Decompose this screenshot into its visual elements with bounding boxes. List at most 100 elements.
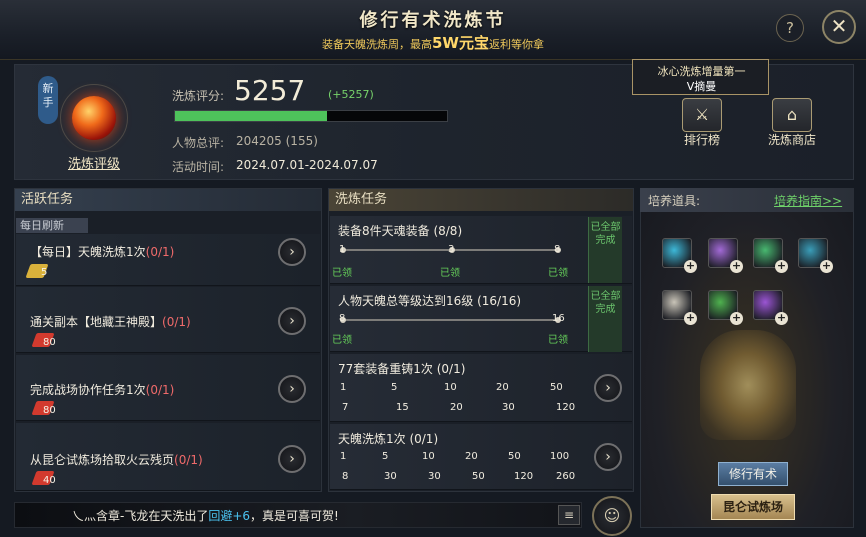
go-button[interactable]: › <box>594 443 622 471</box>
broadcast-highlight: 回避+6 <box>208 509 251 523</box>
score-delta: (+5257) <box>328 88 374 101</box>
cultivation-label: 培养道具: <box>648 194 701 208</box>
subtitle-highlight: 5W元宝 <box>432 34 489 52</box>
task-reward-value: 80 <box>43 337 56 348</box>
score-progress-bar <box>174 110 448 122</box>
all-done-tag: 已全部完成 <box>588 217 622 283</box>
active-tasks-header: 活跃任务 <box>15 189 321 211</box>
add-plus-icon[interactable]: + <box>684 312 697 325</box>
task-reward-value: 40 <box>43 475 56 486</box>
trial-ground-button[interactable]: 昆仑试炼场 <box>711 494 795 520</box>
broadcast-text-pre: 乀灬含章-飞龙在天洗出了 <box>72 509 209 523</box>
practice-button[interactable]: 修行有术 <box>718 462 788 486</box>
milestone-label: 5 <box>391 382 398 393</box>
go-button[interactable]: › <box>594 374 622 402</box>
milestone-label: 50 <box>550 382 563 393</box>
task-title: 完成战场协作任务1次 <box>30 383 146 397</box>
go-button[interactable]: › <box>278 375 306 403</box>
all-done-tag: 已全部完成 <box>588 286 622 352</box>
milestone-reward: 7 <box>342 402 349 413</box>
active-task-name: 完成战场协作任务1次(0/1) <box>30 381 174 398</box>
go-button[interactable]: › <box>278 445 306 473</box>
go-button[interactable]: › <box>278 307 306 335</box>
broadcast-text-post: ，真是可喜可贺! <box>250 509 339 523</box>
add-plus-icon[interactable]: + <box>684 260 697 273</box>
active-task-name: 【每日】天魄洗炼1次(0/1) <box>30 243 174 260</box>
milestone-label: 5 <box>382 451 389 462</box>
claimed-label: 已领 <box>548 268 568 279</box>
leaderboard-top-box[interactable]: 冰心洗炼增量第一 V摘曼 <box>632 59 769 95</box>
milestone-label: 10 <box>422 451 435 462</box>
claimed-label: 已领 <box>440 268 460 279</box>
milestone-label: 1 <box>340 451 347 462</box>
wash-task-row: 人物天魄总等级达到16级 (16/16) 8 16 已领 已领 已全部完成 <box>330 286 632 352</box>
milestone-label: 1 <box>340 382 347 393</box>
wash-task-name: 人物天魄总等级达到16级 (16/16) <box>338 294 522 308</box>
task-reward-value: 80 <box>43 405 56 416</box>
active-task-name: 通关副本【地藏王神殿】(0/1) <box>30 313 191 330</box>
milestone-reward: 30 <box>384 471 397 482</box>
close-button[interactable]: ✕ <box>822 10 856 44</box>
active-task-name: 从昆仑试炼场拾取火云残页(0/1) <box>30 451 203 468</box>
milestone-label: 100 <box>550 451 570 462</box>
add-plus-icon[interactable]: + <box>775 312 788 325</box>
add-plus-icon[interactable]: + <box>730 312 743 325</box>
shop-button-label[interactable]: 洗炼商店 <box>757 131 827 148</box>
active-task-row: 完成战场协作任务1次(0/1) 80 › <box>16 355 320 421</box>
milestone-reward: 15 <box>396 402 409 413</box>
page-title: 修行有术洗炼节 <box>359 10 507 31</box>
milestone-reward: 20 <box>450 402 463 413</box>
claimed-label: 已领 <box>332 268 352 279</box>
milestone-reward: 260 <box>556 471 576 482</box>
person-rating-label: 人物总评: <box>172 136 225 150</box>
milestone-label: 3 <box>448 244 455 255</box>
task-title: 【每日】天魄洗炼1次 <box>30 245 146 259</box>
shop-icon[interactable]: ⌂ <box>772 98 812 132</box>
add-plus-icon[interactable]: + <box>820 260 833 273</box>
milestone-track <box>342 319 558 321</box>
task-progress: (0/1) <box>145 245 175 259</box>
add-plus-icon[interactable]: + <box>730 260 743 273</box>
active-task-row: 从昆仑试炼场拾取火云残页(0/1) 40 › <box>16 423 320 491</box>
milestone-label: 20 <box>465 451 478 462</box>
task-reward-value: 5 <box>41 267 48 278</box>
milestone-reward: 30 <box>428 471 441 482</box>
newbie-badge: 新手 <box>38 76 58 124</box>
lantern-icon <box>700 330 796 440</box>
subtitle-text: 装备天魄洗炼周，最高 <box>322 38 432 51</box>
milestone-reward: 120 <box>556 402 576 413</box>
go-button[interactable]: › <box>278 238 306 266</box>
subtitle-text-tail: 返利等你拿 <box>488 38 544 51</box>
wash-task-row: 装备8件天魂装备 (8/8) 1 3 8 已领 已领 已领 已全部完成 <box>330 216 632 284</box>
emote-icon[interactable]: ☺ <box>592 496 632 536</box>
cultivation-guide-link[interactable]: 培养指南>> <box>774 192 842 209</box>
claimed-label: 已领 <box>332 335 352 346</box>
help-button[interactable]: ? <box>776 14 804 42</box>
milestone-reward: 120 <box>514 471 534 482</box>
milestone-label: 20 <box>496 382 509 393</box>
event-time-label: 活动时间: <box>172 160 225 174</box>
milestone-reward: 8 <box>342 471 349 482</box>
score-progress-fill <box>175 111 328 121</box>
wash-rank-link[interactable]: 洗炼评级 <box>40 153 148 172</box>
milestone-label: 1 <box>339 244 346 255</box>
wash-task-name: 天魄洗炼1次 (0/1) <box>338 432 439 446</box>
wash-task-row: 天魄洗炼1次 (0/1) 1 5 10 20 50 100 8 30 30 50… <box>330 424 632 490</box>
claimed-label: 已领 <box>548 335 568 346</box>
list-icon[interactable]: ≡ <box>558 505 580 525</box>
broadcast-text: 乀灬含章-飞龙在天洗出了回避+6，真是可喜可贺! <box>72 507 339 524</box>
wash-task-name: 77套装备重铸1次 (0/1) <box>338 362 466 376</box>
leaderboard-top-title: 冰心洗炼增量第一 <box>657 65 746 78</box>
active-task-row: 【每日】天魄洗炼1次(0/1) 5 › <box>16 234 320 286</box>
task-progress: (0/1) <box>174 453 203 467</box>
ranking-icon[interactable]: ⚔ <box>682 98 722 132</box>
milestone-label: 8 <box>339 313 346 324</box>
milestone-label: 8 <box>554 244 561 255</box>
ranking-button-label[interactable]: 排行榜 <box>667 131 737 148</box>
wash-task-row: 77套装备重铸1次 (0/1) 1 5 10 20 50 7 15 20 30 … <box>330 354 632 422</box>
page-subtitle: 装备天魄洗炼周，最高5W元宝返利等你拿 <box>0 32 866 53</box>
milestone-reward: 50 <box>472 471 485 482</box>
task-title: 从昆仑试炼场拾取火云残页 <box>30 453 175 467</box>
score-label: 洗炼评分: <box>172 89 225 103</box>
add-plus-icon[interactable]: + <box>775 260 788 273</box>
